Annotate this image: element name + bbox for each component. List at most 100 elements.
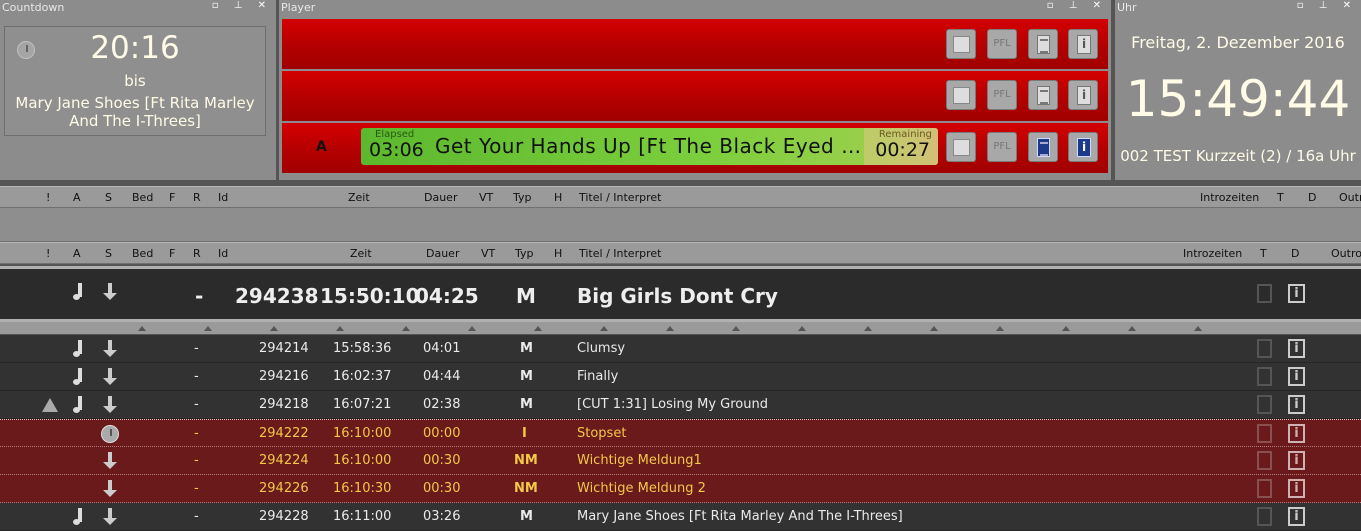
col-excl[interactable]: ! [46,247,50,260]
playlist-button[interactable] [1028,132,1058,162]
col-typ[interactable]: Typ [515,247,534,260]
col-t[interactable]: T [1260,247,1267,260]
col-typ[interactable]: Typ [513,191,532,204]
now-titel: Big Girls Dont Cry [577,284,778,308]
info-icon[interactable]: i [1288,479,1305,498]
col-outro[interactable]: Outro [1331,247,1361,260]
table-row[interactable]: - 294216 16:02:37 04:44 M Finally i [0,363,1361,391]
checkbox[interactable] [1257,395,1272,414]
checkbox[interactable] [1257,451,1272,470]
col-vt[interactable]: VT [479,191,493,204]
info-button[interactable]: i [1068,80,1098,110]
col-a[interactable]: A [73,247,81,260]
cell-titel: Mary Jane Shoes [Ft Rita Marley And The … [577,509,903,524]
col-titel[interactable]: Titel / Interpret [579,247,661,260]
col-zeit[interactable]: Zeit [348,191,370,204]
player-panel: Player ▫ ⊥ ✕ PFL i PFL i A Elapsed 03:06… [279,0,1111,180]
pfl-button[interactable]: PFL [987,29,1017,59]
now-playing-row[interactable]: - 294238 15:50:10 04:25 M Big Girls Dont… [0,266,1361,322]
cell-typ: NM [514,453,538,468]
playlist-button[interactable] [1028,80,1058,110]
col-r[interactable]: R [193,247,201,260]
cell-titel: [CUT 1:31] Losing My Ground [577,397,768,412]
col-bed[interactable]: Bed [132,191,153,204]
col-intro[interactable]: Introzeiten [1183,247,1242,260]
stop-button[interactable] [946,80,976,110]
checkbox[interactable] [1257,479,1272,498]
table-row[interactable]: - 294224 16:10:00 00:30 NM Wichtige Meld… [0,447,1361,475]
col-h[interactable]: H [554,191,562,204]
cell-typ: M [520,397,533,412]
info-icon[interactable]: i [1288,284,1305,303]
col-dauer[interactable]: Dauer [426,247,459,260]
table-row-stopset[interactable]: - 294222 16:10:00 00:00 I Stopset i [0,419,1361,447]
checkbox[interactable] [1257,367,1272,386]
info-button[interactable]: i [1068,29,1098,59]
panel-window-buttons[interactable]: ▫ ⊥ ✕ [1297,0,1357,11]
col-outro[interactable]: Outro [1339,191,1361,204]
player-lane-1[interactable]: PFL i [282,19,1108,69]
stop-button[interactable] [946,132,976,162]
col-id[interactable]: Id [218,191,228,204]
col-h[interactable]: H [554,247,562,260]
col-t[interactable]: T [1277,191,1284,204]
player-lane-3-active[interactable]: A Elapsed 03:06 Get Your Hands Up [Ft Th… [282,123,1108,173]
checkbox[interactable] [1257,507,1272,526]
marker-icon [270,326,278,331]
column-marker-strip [0,322,1361,334]
cell-r: - [194,453,199,468]
col-excl[interactable]: ! [46,191,50,204]
info-icon[interactable]: i [1288,507,1305,526]
cell-id: 294216 [259,369,309,384]
col-zeit[interactable]: Zeit [350,247,372,260]
info-button[interactable]: i [1068,132,1098,162]
clock-date: Freitag, 2. Dezember 2016 [1131,33,1345,52]
playlist-button[interactable] [1028,29,1058,59]
table-row[interactable]: - 294226 16:10:30 00:30 NM Wichtige Meld… [0,475,1361,503]
countdown-target-title: Mary Jane Shoes [Ft Rita Marley And The … [15,94,255,130]
col-bed[interactable]: Bed [132,247,153,260]
info-icon[interactable]: i [1288,367,1305,386]
info-icon: i [1077,86,1091,105]
col-d[interactable]: D [1308,191,1316,204]
checkbox[interactable] [1257,339,1272,358]
table-row[interactable]: - 294228 16:11:00 03:26 M Mary Jane Shoe… [0,503,1361,531]
col-a[interactable]: A [73,191,81,204]
down-arrow-icon [103,367,117,387]
cell-zeit: 16:07:21 [333,397,392,412]
empty-list-area [0,208,1361,242]
col-intro[interactable]: Introzeiten [1200,191,1259,204]
marker-icon [204,326,212,331]
table-row[interactable]: - 294214 15:58:36 04:01 M Clumsy i [0,335,1361,363]
panel-window-buttons[interactable]: ▫ ⊥ ✕ [1047,0,1107,11]
col-s[interactable]: S [105,191,112,204]
clock-panel: Uhr ▫ ⊥ ✕ Freitag, 2. Dezember 2016 15:4… [1115,0,1361,180]
col-s[interactable]: S [105,247,112,260]
stop-button[interactable] [946,29,976,59]
info-icon[interactable]: i [1288,424,1305,443]
col-vt[interactable]: VT [481,247,495,260]
cell-dauer: 02:38 [423,397,461,412]
col-f[interactable]: F [169,191,175,204]
info-icon[interactable]: i [1288,395,1305,414]
col-titel[interactable]: Titel / Interpret [579,191,661,204]
col-d[interactable]: D [1291,247,1299,260]
col-r[interactable]: R [193,191,201,204]
marker-icon [732,326,740,331]
player-lane-2[interactable]: PFL i [282,71,1108,121]
info-icon[interactable]: i [1288,339,1305,358]
checkbox[interactable] [1257,424,1272,443]
col-id[interactable]: Id [218,247,228,260]
info-icon[interactable]: i [1288,451,1305,470]
checkbox[interactable] [1257,284,1272,303]
cell-titel: Wichtige Meldung1 [577,453,702,468]
col-f[interactable]: F [169,247,175,260]
col-dauer[interactable]: Dauer [424,191,457,204]
panel-window-buttons[interactable]: ▫ ⊥ ✕ [212,0,272,11]
cell-id: 294218 [259,397,309,412]
cell-titel: Finally [577,369,619,384]
pfl-button[interactable]: PFL [987,80,1017,110]
pfl-button[interactable]: PFL [987,132,1017,162]
table-row[interactable]: - 294218 16:07:21 02:38 M [CUT 1:31] Los… [0,391,1361,419]
waveform-progress[interactable]: Elapsed 03:06 Get Your Hands Up [Ft The … [361,128,938,165]
